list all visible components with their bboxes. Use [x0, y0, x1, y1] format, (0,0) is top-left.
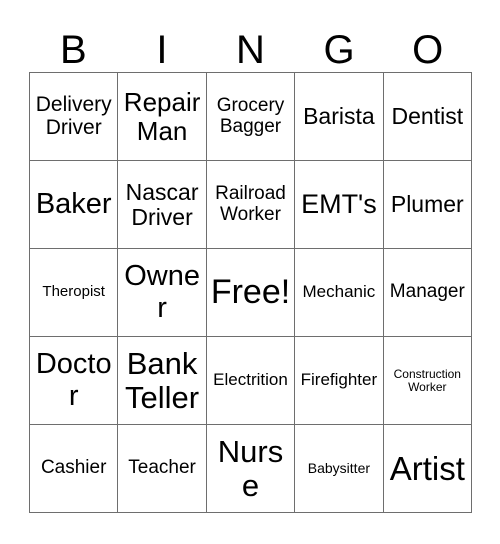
bingo-cell-o1[interactable]: Dentist: [383, 73, 472, 161]
bingo-cell-g3[interactable]: Mechanic: [295, 249, 384, 337]
bingo-cell-label: Electrition: [213, 370, 288, 390]
bingo-cell-b5[interactable]: Cashier: [30, 425, 119, 513]
bingo-cell-o3[interactable]: Manager: [383, 249, 472, 337]
bingo-cell-i5[interactable]: Teacher: [118, 425, 207, 513]
bingo-cell-label: Doctor: [35, 348, 112, 412]
bingo-cell-label: Delivery Driver: [35, 92, 112, 139]
bingo-cell-b1[interactable]: Delivery Driver: [30, 73, 119, 161]
bingo-cell-label: Nurse: [217, 434, 284, 503]
bingo-cell-b4[interactable]: Doctor: [30, 337, 119, 425]
bingo-cell-free-space[interactable]: Free!: [206, 249, 296, 337]
bingo-card: B I N G O Delivery Driver Repair Man Gro…: [0, 0, 500, 544]
bingo-cell-i3[interactable]: Owner: [118, 249, 207, 337]
bingo-cell-label: Theropist: [42, 283, 105, 301]
bingo-cell-n1[interactable]: Grocery Bagger: [206, 73, 296, 161]
bingo-cell-label: Owner: [124, 260, 200, 324]
bingo-cell-g5[interactable]: Babysitter: [295, 425, 384, 513]
bingo-cell-label: Railroad Worker: [215, 182, 286, 225]
bingo-grid: Delivery Driver Repair Man Grocery Bagge…: [29, 72, 472, 513]
bingo-cell-o4[interactable]: Construction Worker: [383, 337, 472, 425]
bingo-cell-label: Nascar Driver: [125, 178, 199, 230]
bingo-cell-label: Manager: [389, 281, 465, 303]
bingo-cell-i4[interactable]: Bank Teller: [118, 337, 207, 425]
bingo-cell-g4[interactable]: Firefighter: [295, 337, 384, 425]
bingo-header-letter-n: N: [236, 28, 265, 72]
bingo-cell-o5[interactable]: Artist: [383, 425, 472, 513]
bingo-cell-i2[interactable]: Nascar Driver: [118, 161, 207, 249]
bingo-cell-n4[interactable]: Electrition: [206, 337, 296, 425]
bingo-cell-b2[interactable]: Baker: [30, 161, 119, 249]
bingo-cell-label: Teacher: [128, 457, 196, 479]
bingo-header-letter-g: G: [323, 28, 355, 72]
bingo-free-space-label: Free!: [210, 273, 291, 312]
bingo-cell-g2[interactable]: EMT's: [295, 161, 384, 249]
bingo-cell-label: Artist: [389, 449, 465, 487]
bingo-cell-label: Baker: [35, 187, 112, 220]
bingo-cell-label: Construction Worker: [393, 366, 461, 394]
bingo-cell-label: Barista: [303, 103, 375, 130]
bingo-cell-label: Babysitter: [307, 459, 371, 476]
bingo-cell-label: Plumer: [390, 191, 464, 218]
bingo-cell-label: Bank Teller: [125, 346, 200, 415]
bingo-cell-o2[interactable]: Plumer: [383, 161, 472, 249]
bingo-cell-label: Mechanic: [302, 282, 376, 302]
bingo-header-letter-b: B: [59, 28, 87, 72]
bingo-cell-label: EMT's: [301, 188, 377, 219]
bingo-header-letter-o: O: [412, 28, 444, 72]
bingo-header-row: B I N G O: [29, 14, 472, 72]
bingo-cell-label: Grocery Bagger: [216, 94, 285, 137]
bingo-cell-g1[interactable]: Barista: [295, 73, 384, 161]
bingo-cell-label: Dentist: [391, 103, 464, 130]
bingo-cell-label: Cashier: [40, 457, 107, 479]
bingo-cell-n5[interactable]: Nurse: [206, 425, 296, 513]
bingo-cell-label: Repair Man: [123, 87, 201, 146]
bingo-header-letter-i: I: [156, 28, 168, 72]
bingo-cell-n2[interactable]: Railroad Worker: [206, 161, 296, 249]
bingo-cell-label: Firefighter: [300, 370, 378, 390]
bingo-cell-i1[interactable]: Repair Man: [118, 73, 207, 161]
bingo-cell-b3[interactable]: Theropist: [30, 249, 119, 337]
